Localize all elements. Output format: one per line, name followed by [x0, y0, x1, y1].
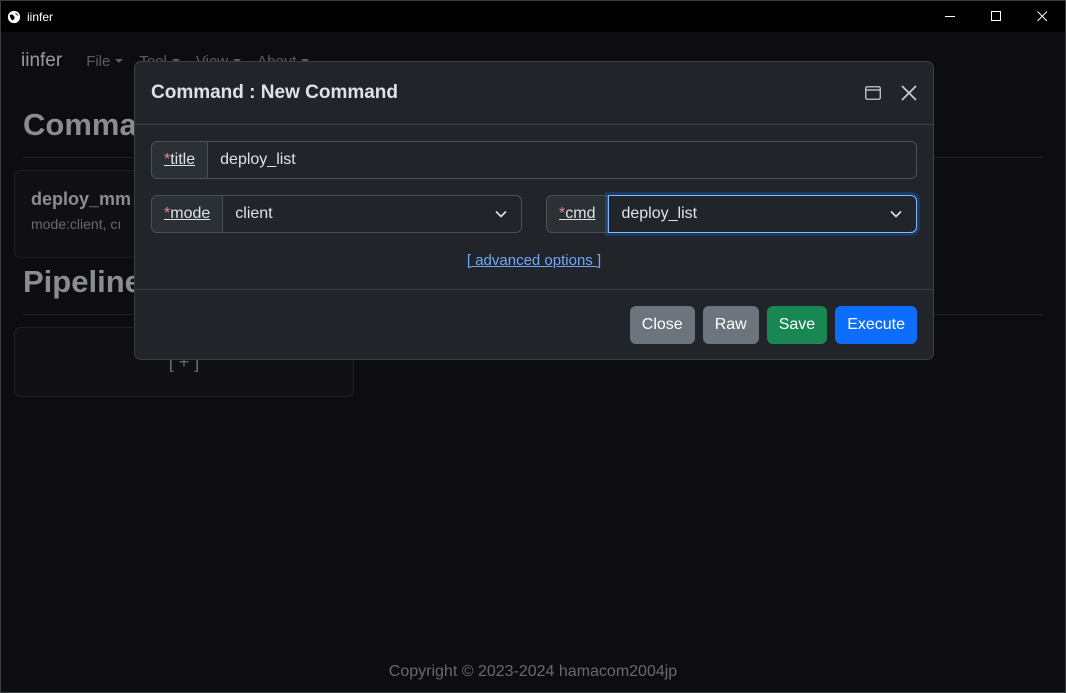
close-button[interactable]: Close [629, 305, 695, 344]
close-icon[interactable] [901, 85, 917, 101]
advanced-options-link[interactable]: [ advanced options ] [135, 252, 933, 269]
execute-button[interactable]: Execute [835, 305, 917, 344]
window-close-button[interactable] [1019, 1, 1065, 32]
window-title: iinfer [27, 9, 54, 24]
cmd-label-text: cmd [565, 205, 596, 222]
window-titlebar[interactable]: iinfer [1, 1, 1065, 32]
command-modal: Command : New Command * title deploy_list [134, 61, 934, 360]
maximize-button[interactable] [973, 1, 1019, 32]
modal-body: * title deploy_list * mode client * cmd … [135, 125, 933, 290]
chevron-down-icon [890, 210, 902, 218]
modal-header: Command : New Command [135, 62, 933, 125]
title-input-value: deploy_list [220, 151, 296, 168]
window-maximize-icon[interactable] [865, 86, 881, 100]
maximize-icon [990, 11, 1001, 21]
title-field-label[interactable]: * title [151, 141, 209, 179]
minimize-icon [944, 16, 955, 17]
cmd-select-value: deploy_list [621, 205, 698, 222]
title-label-text: title [170, 151, 196, 168]
cmd-field-label[interactable]: * cmd [546, 195, 609, 233]
mode-input-group: * mode client [151, 195, 522, 233]
modal-footer: Close Raw Save Execute [135, 290, 933, 359]
mode-label-text: mode [170, 205, 211, 222]
mode-select-value: client [235, 205, 273, 222]
title-input-group: * title deploy_list [151, 141, 917, 179]
minimize-button[interactable] [927, 1, 973, 32]
cmd-input-group: * cmd deploy_list [546, 195, 917, 233]
mode-field-label[interactable]: * mode [151, 195, 224, 233]
app-window: iinfer iinfer File Tool View [0, 0, 1066, 693]
raw-button[interactable]: Raw [702, 305, 759, 344]
chevron-down-icon [495, 210, 507, 218]
close-icon [1036, 11, 1047, 22]
globe-icon [7, 10, 21, 23]
mode-select[interactable]: client [223, 195, 522, 233]
save-button[interactable]: Save [766, 305, 828, 344]
cmd-select[interactable]: deploy_list [608, 195, 917, 233]
title-input[interactable]: deploy_list [208, 141, 917, 179]
modal-title: Command : New Command [151, 82, 399, 103]
